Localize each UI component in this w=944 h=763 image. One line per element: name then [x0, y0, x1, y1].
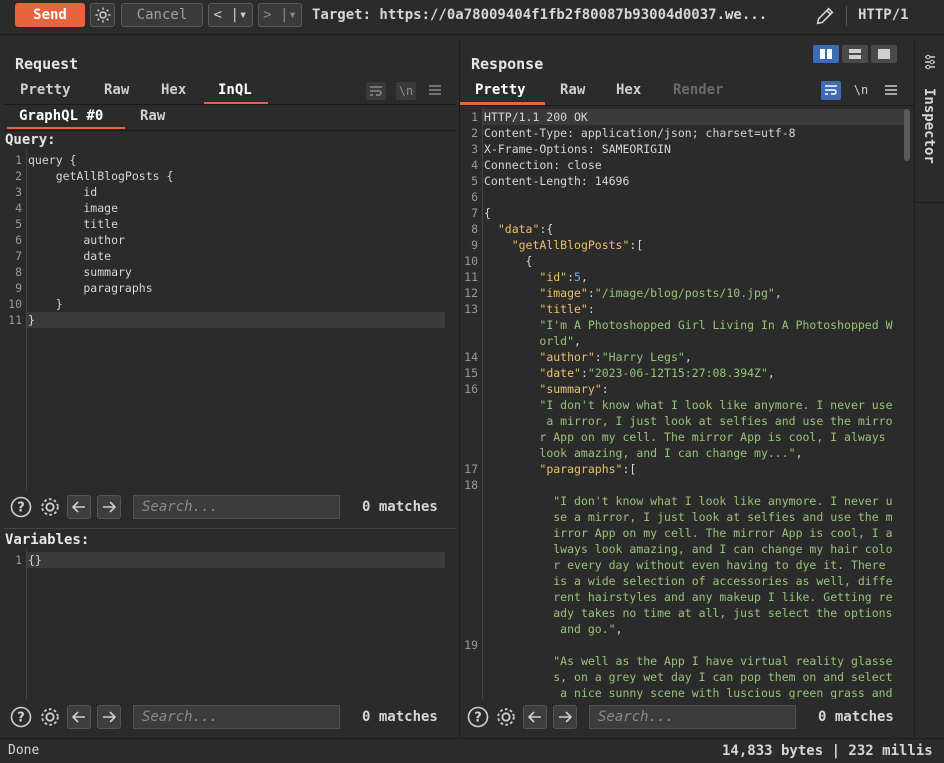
- tab-render: Render: [673, 82, 724, 98]
- settings-icon[interactable]: [39, 706, 61, 728]
- line-gutter: [4, 550, 27, 700]
- target-url[interactable]: Target: https://0a78009404f1fb2f80087b93…: [312, 7, 767, 23]
- active-subtab-indicator: [7, 127, 125, 129]
- arrow-right-icon[interactable]: [553, 705, 577, 729]
- query-search-bar: ? Search... 0 matches: [4, 492, 456, 522]
- settings-icon[interactable]: [495, 706, 517, 728]
- protocol-label[interactable]: HTTP/1: [858, 7, 909, 23]
- wrap-icon[interactable]: [821, 81, 841, 100]
- response-editor[interactable]: 1 HTTP/1.1 200 OK 2 Content-Type: applicat…: [460, 107, 914, 699]
- tab-pretty[interactable]: Pretty: [475, 82, 526, 98]
- newline-icon[interactable]: \n: [851, 81, 871, 100]
- query-label: Query:: [5, 132, 56, 148]
- divider: [4, 130, 456, 131]
- layout-icon[interactable]: [813, 45, 839, 63]
- response-search-bar: ? Search... 0 matches: [460, 702, 914, 732]
- tab-raw[interactable]: Raw: [104, 82, 129, 98]
- newline-icon[interactable]: \n: [396, 82, 416, 100]
- request-title: Request: [15, 55, 79, 73]
- response-stats: 14,833 bytes | 232 millis: [722, 743, 933, 759]
- divider: [846, 6, 847, 26]
- arrow-right-icon[interactable]: [97, 495, 121, 519]
- arrow-right-icon[interactable]: [97, 705, 121, 729]
- arrow-left-icon[interactable]: [67, 495, 91, 519]
- back-button[interactable]: < |▾: [208, 3, 253, 27]
- request-pane: Request Pretty Raw Hex InQL \n GraphQL #…: [4, 40, 456, 737]
- match-count: 0 matches: [362, 499, 438, 515]
- search-input[interactable]: Search...: [589, 705, 796, 729]
- layout-icon[interactable]: [842, 45, 868, 63]
- forward-button[interactable]: > |▾: [258, 3, 302, 27]
- inspector-label[interactable]: Inspector: [921, 88, 937, 164]
- variables-search-bar: ? Search... 0 matches: [4, 702, 456, 732]
- subtab-graphql[interactable]: GraphQL #0: [19, 108, 103, 124]
- current-line-highlight: [27, 552, 445, 568]
- scrollbar[interactable]: [904, 109, 910, 161]
- divider: [915, 202, 944, 203]
- tab-hex[interactable]: Hex: [161, 82, 186, 98]
- svg-text:?: ?: [17, 711, 25, 726]
- search-input[interactable]: Search...: [133, 495, 340, 519]
- svg-text:?: ?: [17, 501, 25, 516]
- inspector-icon: [922, 54, 938, 74]
- help-icon[interactable]: ?: [10, 496, 32, 518]
- tab-hex[interactable]: Hex: [616, 82, 641, 98]
- help-icon[interactable]: ?: [10, 706, 32, 728]
- variables-editor[interactable]: 1{}: [4, 550, 456, 700]
- svg-text:?: ?: [474, 711, 482, 726]
- settings-icon[interactable]: [90, 3, 115, 27]
- variables-label: Variables:: [5, 532, 90, 548]
- tab-raw[interactable]: Raw: [560, 82, 585, 98]
- current-line-highlight: [27, 312, 445, 328]
- tab-inql[interactable]: InQL: [218, 82, 252, 98]
- inspector-sidebar[interactable]: Inspector: [914, 40, 944, 737]
- match-count: 0 matches: [818, 709, 894, 725]
- splitter[interactable]: [4, 528, 456, 529]
- status-text: Done: [8, 743, 40, 758]
- arrow-left-icon[interactable]: [67, 705, 91, 729]
- divider: [4, 104, 456, 105]
- query-editor[interactable]: 1 query { 2 getAllBlogPosts { 3 id 4 imag…: [4, 150, 456, 490]
- subtab-raw[interactable]: Raw: [140, 108, 165, 124]
- match-count: 0 matches: [362, 709, 438, 725]
- status-bar: Done 14,833 bytes | 232 millis: [0, 738, 944, 763]
- cancel-button[interactable]: Cancel: [121, 3, 203, 27]
- wrap-icon[interactable]: [366, 82, 386, 100]
- help-icon[interactable]: ?: [467, 706, 489, 728]
- divider: [460, 105, 914, 106]
- arrow-left-icon[interactable]: [523, 705, 547, 729]
- search-input[interactable]: Search...: [133, 705, 340, 729]
- menu-icon[interactable]: [884, 83, 898, 101]
- top-toolbar: Send Cancel < |▾ > |▾ Target: https://0a…: [0, 0, 944, 35]
- send-button[interactable]: Send: [15, 3, 85, 27]
- tab-pretty[interactable]: Pretty: [20, 82, 71, 98]
- response-pane: Response Pretty Raw Hex Render \n 1 HTTP/…: [459, 40, 914, 737]
- layout-icon[interactable]: [871, 45, 897, 63]
- response-title: Response: [471, 55, 544, 73]
- pencil-icon[interactable]: [814, 5, 836, 27]
- settings-icon[interactable]: [39, 496, 61, 518]
- menu-icon[interactable]: [428, 83, 442, 101]
